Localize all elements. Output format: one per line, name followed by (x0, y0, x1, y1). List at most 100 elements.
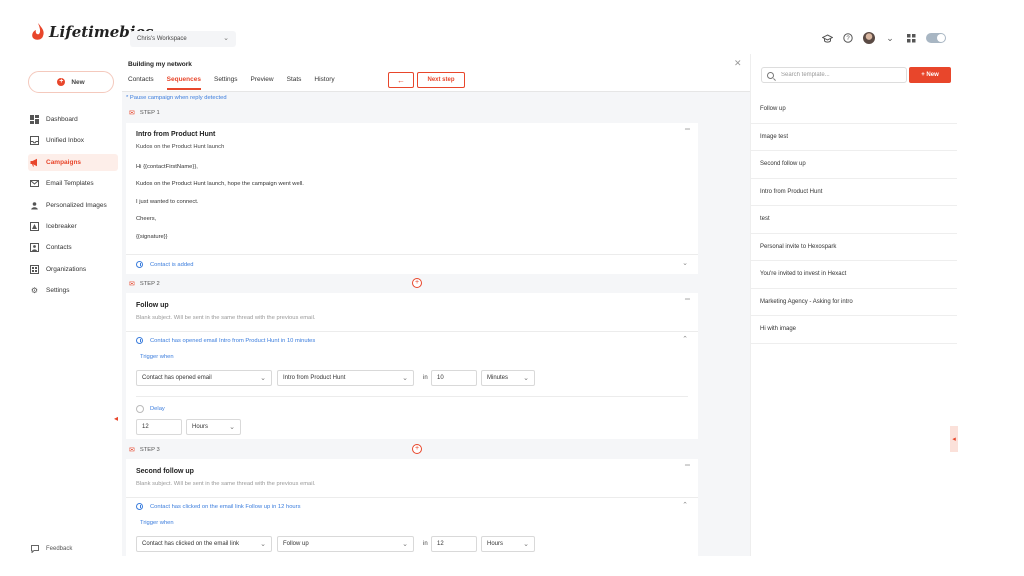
collapse-panel-icon[interactable]: ◂ (950, 426, 958, 452)
input-value: 12 (142, 424, 149, 430)
step-card[interactable]: Second follow up Blank subject. Will be … (126, 459, 698, 556)
drag-handle-icon[interactable]: ═ (685, 126, 690, 133)
add-step-button[interactable]: + (412, 444, 422, 454)
tab-sequences[interactable]: Sequences (166, 76, 201, 90)
condition-text-wrap: Contact is added (136, 261, 194, 268)
trigger-amount-input[interactable]: 12 (431, 536, 477, 552)
workspace-name: Chris's Workspace (137, 36, 187, 42)
tab-preview[interactable]: Preview (250, 76, 273, 90)
theme-toggle[interactable] (926, 33, 946, 43)
trigger-unit-select[interactable]: Minutes ⌄ (481, 370, 535, 386)
drag-handle-icon[interactable]: ═ (685, 462, 690, 469)
logo-flame-icon (32, 23, 44, 40)
help-icon[interactable]: ? (842, 32, 854, 44)
new-button[interactable]: + New (28, 71, 114, 93)
sidebar-item-label: Personalized Images (46, 201, 107, 209)
tab-contacts[interactable]: Contacts (128, 76, 154, 90)
email-body-line: I just wanted to connect. (136, 199, 199, 205)
pause-campaign-link[interactable]: * Pause campaign when reply detected (126, 95, 227, 101)
template-list: Follow up Image test Second follow up In… (751, 96, 957, 344)
top-right-controls: ? ⌄ (821, 32, 946, 44)
list-item[interactable]: Intro from Product Hunt (751, 179, 957, 206)
avatar[interactable] (863, 32, 875, 44)
delay-unit-select[interactable]: Hours ⌄ (186, 419, 241, 435)
email-body-line: Hi {{contactFirstName}}, (136, 164, 198, 170)
step-number: STEP 2 (139, 281, 160, 287)
trigger-email-select[interactable]: Intro from Product Hunt ⌄ (277, 370, 414, 386)
sidebar-item-label: Icebreaker (46, 222, 77, 230)
sidebar-item-email-templates[interactable]: Email Templates (28, 175, 118, 192)
list-item[interactable]: You're invited to invest in Hexact (751, 261, 957, 289)
trigger-when-label: Trigger when (140, 354, 174, 360)
sidebar-item-unified-inbox[interactable]: Unified Inbox (28, 132, 118, 149)
sidebar-item-dashboard[interactable]: Dashboard (28, 111, 118, 128)
condition-text-wrap[interactable]: Contact has opened email Intro from Prod… (136, 337, 315, 344)
email-icon: ✉ (129, 110, 135, 117)
sidebar-item-campaigns[interactable]: Campaigns (28, 153, 118, 171)
sidebar-item-personalized-images[interactable]: Personalized Images (28, 197, 118, 214)
clock-icon (136, 261, 143, 268)
sidebar-item-label: Contacts (46, 244, 72, 252)
campaign-header: Building my network Contacts Sequences S… (122, 54, 750, 92)
step-subject: Blank subject. Will be sent in the same … (136, 481, 316, 487)
step-subject: Blank subject. Will be sent in the same … (136, 315, 316, 321)
chevron-up-icon[interactable]: ⌃ (682, 335, 688, 343)
tab-history[interactable]: History (314, 76, 334, 90)
drag-handle-icon[interactable]: ═ (685, 296, 690, 303)
list-item[interactable]: Marketing Agency - Asking for intro (751, 289, 957, 316)
template-search[interactable] (761, 67, 907, 83)
list-item[interactable]: Personal invite to Hexospark (751, 234, 957, 261)
add-step-button[interactable]: + (412, 278, 422, 288)
feedback-label: Feedback (46, 545, 73, 552)
search-input[interactable] (781, 72, 891, 78)
new-template-button[interactable]: + New (909, 67, 951, 83)
email-icon: ✉ (129, 281, 135, 288)
list-item[interactable]: Hi with image (751, 316, 957, 344)
list-item[interactable]: test (751, 206, 957, 234)
list-item[interactable]: Follow up (751, 96, 957, 124)
trigger-email-select[interactable]: Follow up ⌄ (277, 536, 414, 552)
select-value: Minutes (487, 375, 509, 381)
sidebar-item-icebreaker[interactable]: Icebreaker (28, 218, 118, 235)
dashboard-icon (30, 115, 39, 124)
trigger-amount-input[interactable]: 10 (431, 370, 477, 386)
step-card[interactable]: Follow up Blank subject. Will be sent in… (126, 293, 698, 439)
feedback-icon (30, 544, 39, 553)
graduation-cap-icon[interactable] (821, 32, 833, 44)
collapse-sidebar-icon[interactable]: ◂ (114, 414, 118, 423)
sidebar-item-label: Campaigns (46, 158, 82, 166)
email-body-line: Cheers, (136, 216, 157, 222)
chevron-down-icon: ⌄ (260, 375, 266, 382)
feedback-link[interactable]: Feedback (30, 544, 72, 553)
next-step-button[interactable]: Next step (417, 72, 465, 88)
grid-icon[interactable] (905, 32, 917, 44)
sidebar-item-organizations[interactable]: Organizations (28, 261, 118, 278)
chevron-down-icon[interactable]: ⌄ (884, 32, 896, 44)
condition-text: Contact has clicked on the email link Fo… (150, 503, 301, 510)
condition-text-wrap[interactable]: Contact has clicked on the email link Fo… (136, 503, 300, 510)
chevron-down-icon[interactable]: ⌄ (682, 259, 688, 267)
sidebar-item-label: Dashboard (46, 116, 78, 123)
trigger-unit-select[interactable]: Hours ⌄ (481, 536, 535, 552)
step-condition[interactable]: Contact is added ⌄ (126, 254, 698, 274)
in-label: in (423, 541, 428, 547)
template-panel: + New Follow up Image test Second follow… (750, 54, 957, 556)
step-card[interactable]: Intro from Product Hunt Kudos on the Pro… (126, 123, 698, 274)
sidebar-item-contacts[interactable]: Contacts (28, 239, 118, 256)
list-item[interactable]: Second follow up (751, 151, 957, 179)
list-item[interactable]: Image test (751, 124, 957, 151)
page-title: Building my network (128, 61, 192, 68)
close-icon[interactable]: ✕ (734, 58, 742, 69)
back-button[interactable]: ← (388, 72, 414, 88)
delay-amount-input[interactable]: 12 (136, 419, 182, 435)
sidebar-item-settings[interactable]: ⚙ Settings (28, 282, 118, 299)
trigger-event-select[interactable]: Contact has clicked on the email link ⌄ (136, 536, 272, 552)
workspace-selector[interactable]: Chris's Workspace ⌄ (130, 31, 236, 47)
trigger-event-select[interactable]: Contact has opened email ⌄ (136, 370, 272, 386)
tab-stats[interactable]: Stats (287, 76, 302, 90)
tab-settings[interactable]: Settings (214, 76, 238, 90)
delay-checkbox[interactable] (136, 405, 144, 413)
chevron-up-icon[interactable]: ⌃ (682, 501, 688, 509)
inbox-icon (30, 136, 39, 146)
divider (136, 396, 688, 397)
